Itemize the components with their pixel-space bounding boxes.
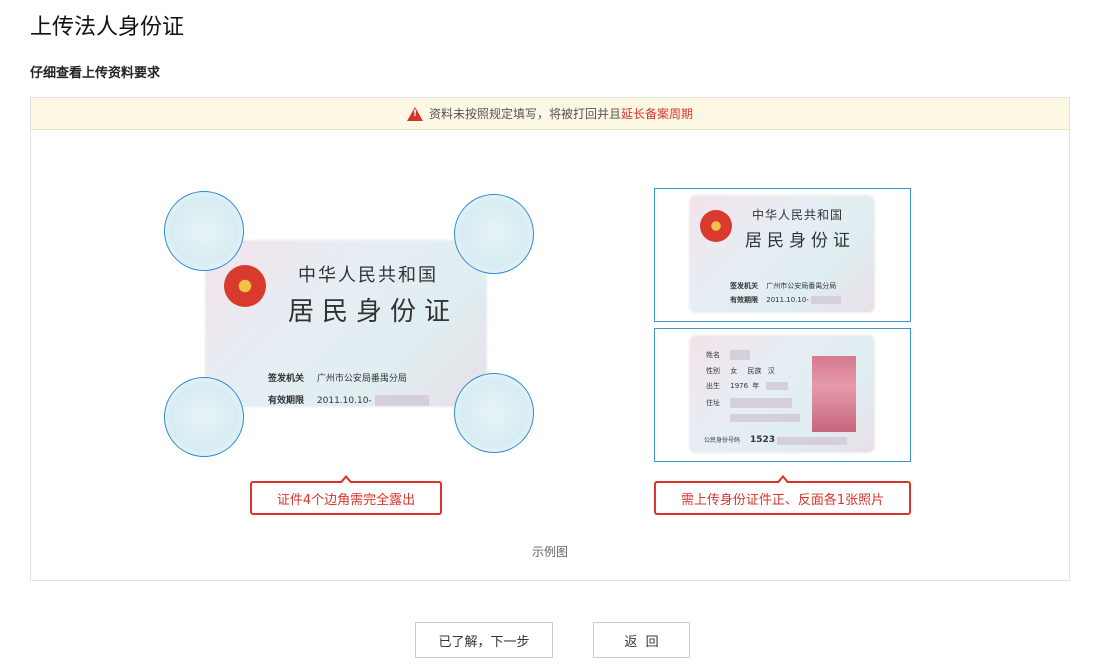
id-card-front-small: 中华人民共和国 居民身份证 签发机关 广州市公安局番禺分局 有效期限 2011.…: [690, 196, 874, 312]
birth-label: 出生: [706, 382, 720, 390]
birth-value: 1976: [730, 382, 749, 390]
address-label: 住址: [706, 399, 720, 407]
national-emblem-small-icon: [700, 210, 732, 242]
confirm-next-button[interactable]: 已了解，下一步: [415, 622, 553, 658]
warning-link: 延长备案周期: [621, 107, 694, 121]
corner-magnifier-top-right: [454, 194, 534, 274]
back-gender-row: 性别 女 民族 汉: [706, 366, 775, 376]
back-image-frame: 姓名 性别 女 民族 汉 出生 1976 年 住址 公民身份号码 1523: [654, 328, 911, 462]
blurred-birth: [765, 382, 788, 390]
card-valid-row: 有效期限 2011.10.10-: [268, 393, 429, 406]
corner-magnifier-top-left: [164, 191, 244, 271]
small-card-country-text: 中华人民共和国: [752, 208, 844, 222]
small-valid-label: 有效期限: [730, 296, 758, 304]
blurred-name: [730, 350, 751, 360]
gender-value: 女: [730, 367, 738, 375]
small-valid-value: 2011.10.10-: [766, 296, 809, 304]
warning-bar: ! 资料未按照规定填写，将被打回并且 延长备案周期: [31, 98, 1069, 130]
gender-label: 性别: [706, 367, 720, 375]
small-card-valid-row: 有效期限 2011.10.10-: [730, 295, 842, 305]
front-image-frame: 中华人民共和国 居民身份证 签发机关 广州市公安局番禺分局 有效期限 2011.…: [654, 188, 911, 322]
valid-label: 有效期限: [268, 396, 305, 406]
blurred-id-number: [776, 436, 847, 445]
callout-corners: 证件4个边角需完全露出: [250, 475, 442, 515]
requirements-panel: ! 资料未按照规定填写，将被打回并且 延长备案周期 中华人民共和国 居民身份证 …: [30, 97, 1070, 581]
authority-label: 签发机关: [268, 374, 305, 384]
small-blurred-date: [811, 296, 842, 304]
name-label: 姓名: [706, 351, 720, 359]
id-number-value: 1523: [749, 435, 775, 445]
warning-icon: !: [406, 106, 423, 121]
example-caption: 示例图: [531, 545, 568, 559]
id-card-front-example: 中华人民共和国 居民身份证 签发机关 广州市公安局番禺分局 有效期限 2011.…: [206, 241, 486, 406]
birth-year-unit: 年: [752, 382, 760, 390]
small-authority-value: 广州市公安局番禺分局: [766, 282, 837, 290]
small-card-type-text: 居民身份证: [745, 231, 855, 251]
card-country-text: 中华人民共和国: [298, 265, 438, 286]
page-subtitle: 仔细查看上传资料要求: [30, 66, 161, 81]
corner-magnifier-bottom-right: [454, 373, 534, 453]
page-title: 上传法人身份证: [30, 15, 185, 40]
national-emblem-icon: [224, 265, 266, 307]
id-number-label: 公民身份号码: [704, 437, 741, 444]
warning-text: 资料未按照规定填写，将被打回并且: [428, 107, 621, 121]
ethnicity-label: 民族: [747, 367, 762, 375]
small-authority-label: 签发机关: [730, 282, 758, 290]
back-address-row: 住址: [706, 398, 793, 408]
back-birth-row: 出生 1976 年: [706, 381, 788, 391]
id-card-back-small: 姓名 性别 女 民族 汉 出生 1976 年 住址 公民身份号码 1523: [690, 336, 874, 452]
blurred-address-line: [730, 414, 800, 422]
card-type-text: 居民身份证: [288, 297, 459, 327]
back-button[interactable]: 返 回: [593, 622, 690, 658]
blurred-address: [730, 398, 793, 408]
valid-value: 2011.10.10-: [316, 396, 372, 406]
small-card-authority-row: 签发机关 广州市公安局番禺分局: [730, 281, 836, 291]
ethnicity-value: 汉: [767, 367, 775, 375]
corner-magnifier-bottom-left: [164, 377, 244, 457]
back-id-row: 公民身份号码 1523: [704, 435, 847, 445]
callout-both-sides: 需上传身份证件正、反面各1张照片: [654, 475, 911, 515]
authority-value: 广州市公安局番禺分局: [316, 374, 407, 384]
blurred-date: [374, 394, 429, 406]
portrait-photo: [812, 356, 856, 432]
card-authority-row: 签发机关 广州市公安局番禺分局: [268, 371, 407, 384]
back-name-row: 姓名: [706, 350, 751, 360]
